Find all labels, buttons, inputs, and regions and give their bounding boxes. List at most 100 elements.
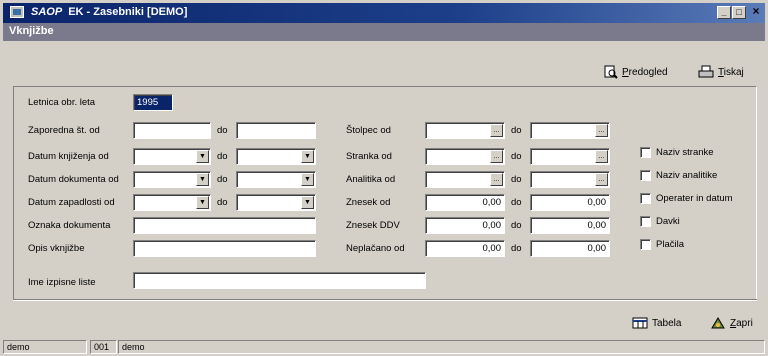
znesek-ddv-do-label: do — [511, 220, 522, 231]
chevron-down-icon[interactable]: ▼ — [196, 173, 209, 186]
placila-label: Plačila — [656, 239, 684, 250]
ellipsis-button[interactable]: ... — [595, 124, 608, 137]
davki-label: Davki — [656, 216, 680, 227]
zapri-label-rest: apri — [736, 317, 753, 329]
opis-vknjizbe-label: Opis vknjižbe — [28, 243, 85, 254]
preview-icon — [604, 65, 618, 79]
status-company: demo — [118, 340, 765, 354]
tabela-button[interactable]: Tabela — [632, 315, 681, 331]
preview-label-rest: redogled — [628, 66, 668, 78]
naziv-analitike-checkbox[interactable] — [640, 170, 651, 181]
stranka-label: Stranka od — [346, 151, 392, 162]
restore-button[interactable]: □ — [732, 6, 746, 19]
datum-dokumenta-do-label: do — [217, 174, 228, 185]
zap-st-to-field[interactable] — [236, 122, 316, 139]
neplacano-to-field[interactable]: 0,00 — [530, 240, 610, 257]
chevron-down-icon[interactable]: ▼ — [301, 150, 314, 163]
stranka-do-label: do — [511, 151, 522, 162]
datum-knjizenja-from-field[interactable]: ▼ — [133, 148, 211, 165]
oznaka-dokumenta-label: Oznaka dokumenta — [28, 220, 111, 231]
title-bar: SAOP EK - Zasebniki [DEMO] _ □ × — [3, 3, 765, 23]
stolpec-to-field[interactable]: ... — [530, 122, 610, 139]
datum-zapadlosti-do-label: do — [217, 197, 228, 208]
ellipsis-button[interactable]: ... — [595, 173, 608, 186]
letnica-field[interactable]: 1995 — [133, 94, 173, 111]
bottom-separator — [13, 299, 757, 301]
zapri-button[interactable]: Zapri — [710, 315, 753, 331]
form-header: Vknjižbe — [3, 23, 765, 41]
znesek-to-field[interactable]: 0,00 — [530, 194, 610, 211]
zapri-label: Zapri — [730, 318, 753, 329]
preview-accesskey: P — [622, 66, 629, 78]
preview-button[interactable]: Predogled — [604, 64, 668, 80]
datum-dokumenta-to-field[interactable]: ▼ — [236, 171, 316, 188]
datum-zapadlosti-label: Datum zapadlosti od — [28, 197, 115, 208]
datum-zapadlosti-to-field[interactable]: ▼ — [236, 194, 316, 211]
window-title: SAOP EK - Zasebniki [DEMO] — [31, 6, 187, 18]
tabela-label: Tabela — [652, 317, 682, 329]
datum-dokumenta-from-field[interactable]: ▼ — [133, 171, 211, 188]
print-label-rest: iskaj — [723, 66, 744, 78]
analitika-label: Analitika od — [346, 174, 396, 185]
naziv-stranke-label: Naziv stranke — [656, 147, 714, 158]
neplacano-do-label: do — [511, 243, 522, 254]
opis-vknjizbe-field[interactable] — [133, 240, 316, 257]
naziv-stranke-checkbox[interactable] — [640, 147, 651, 158]
znesek-ddv-to-field[interactable]: 0,00 — [530, 217, 610, 234]
ellipsis-button[interactable]: ... — [490, 173, 503, 186]
chevron-down-icon[interactable]: ▼ — [301, 196, 314, 209]
close-button[interactable]: × — [749, 5, 763, 19]
chevron-down-icon[interactable]: ▼ — [301, 173, 314, 186]
stranka-to-field[interactable]: ... — [530, 148, 610, 165]
znesek-from-field[interactable]: 0,00 — [425, 194, 505, 211]
chevron-down-icon[interactable]: ▼ — [196, 196, 209, 209]
znesek-ddv-from-field[interactable]: 0,00 — [425, 217, 505, 234]
neplacano-from-field[interactable]: 0,00 — [425, 240, 505, 257]
stolpec-label: Štolpec od — [346, 125, 391, 136]
print-button[interactable]: Tiskaj — [698, 64, 744, 80]
window-title-text: EK - Zasebniki [DEMO] — [68, 6, 188, 18]
datum-zapadlosti-from-field[interactable]: ▼ — [133, 194, 211, 211]
chevron-down-icon[interactable]: ▼ — [196, 150, 209, 163]
naziv-analitike-label: Naziv analitike — [656, 170, 718, 181]
letnica-label: Letnica obr. leta — [28, 97, 96, 108]
analitika-to-field[interactable]: ... — [530, 171, 610, 188]
ime-izpisne-liste-field[interactable] — [133, 272, 426, 289]
datum-dokumenta-label: Datum dokumenta od — [28, 174, 119, 185]
print-label: Tiskaj — [718, 67, 744, 78]
zap-st-from-field[interactable] — [133, 122, 211, 139]
ime-izpisne-liste-label: Ime izpisne liste — [28, 277, 96, 288]
analitika-do-label: do — [511, 174, 522, 185]
operater-in-datum-label: Operater in datum — [656, 193, 733, 204]
oznaka-dokumenta-field[interactable] — [133, 217, 316, 234]
stolpec-from-field[interactable]: ... — [425, 122, 505, 139]
close-door-icon — [711, 317, 725, 329]
zap-st-label: Zaporedna št. od — [28, 125, 100, 136]
status-user: demo — [3, 340, 87, 354]
ellipsis-button[interactable]: ... — [490, 150, 503, 163]
placila-checkbox[interactable] — [640, 239, 651, 250]
znesek-ddv-label: Znesek DDV — [346, 220, 400, 231]
neplacano-label: Neplačano od — [346, 243, 405, 254]
ellipsis-button[interactable]: ... — [595, 150, 608, 163]
form-title: Vknjižbe — [9, 25, 54, 37]
operater-in-datum-checkbox[interactable] — [640, 193, 651, 204]
status-code: 001 — [90, 340, 117, 354]
brand-name: SAOP — [31, 6, 63, 18]
table-icon — [632, 317, 648, 329]
datum-knjizenja-do-label: do — [217, 151, 228, 162]
analitika-from-field[interactable]: ... — [425, 171, 505, 188]
app-icon — [10, 6, 24, 18]
datum-knjizenja-label: Datum knjiženja od — [28, 151, 109, 162]
datum-knjizenja-to-field[interactable]: ▼ — [236, 148, 316, 165]
ellipsis-button[interactable]: ... — [490, 124, 503, 137]
stranka-from-field[interactable]: ... — [425, 148, 505, 165]
preview-label: Predogled — [622, 67, 668, 78]
zap-st-do-label: do — [217, 125, 228, 136]
minimize-button[interactable]: _ — [717, 6, 731, 19]
znesek-do-label: do — [511, 197, 522, 208]
printer-icon — [698, 65, 714, 78]
davki-checkbox[interactable] — [640, 216, 651, 227]
stolpec-do-label: do — [511, 125, 522, 136]
znesek-label: Znesek od — [346, 197, 391, 208]
